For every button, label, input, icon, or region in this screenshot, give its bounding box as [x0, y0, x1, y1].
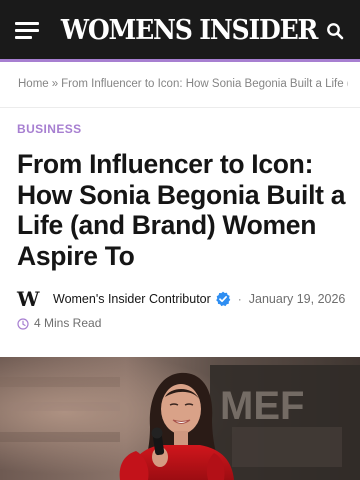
verified-badge-icon	[215, 291, 231, 307]
site-logo[interactable]: WOMENS INSIDER	[61, 14, 318, 48]
author-avatar-logo: W	[17, 287, 39, 311]
hamburger-menu-icon[interactable]	[15, 22, 39, 40]
site-header: WOMENS INSIDER	[0, 0, 360, 62]
category-link[interactable]: BUSINESS	[17, 122, 82, 136]
breadcrumb-separator: »	[51, 78, 59, 90]
breadcrumb: Home» From Influencer to Icon: How Sonia …	[18, 78, 348, 90]
search-icon[interactable]	[326, 22, 344, 40]
author-meta: W Women's Insider Contributor · January …	[17, 288, 357, 310]
breadcrumb-divider	[0, 107, 360, 108]
breadcrumb-current: From Influencer to Icon: How Sonia Begon…	[61, 78, 348, 90]
author-name-link[interactable]: Women's Insider Contributor	[53, 292, 211, 306]
read-time-text: 4 Mins Read	[34, 316, 102, 330]
background-sign-text: MEF	[220, 384, 304, 428]
read-time: 4 Mins Read	[17, 315, 101, 331]
publish-date: January 19, 2026	[248, 292, 346, 306]
article-headline: From Influencer to Icon: How Sonia Begon…	[17, 149, 346, 271]
featured-photo: MEF	[0, 357, 360, 480]
featured-photo-illustration: MEF	[0, 357, 360, 480]
date-separator: ·	[237, 292, 242, 306]
breadcrumb-home-link[interactable]: Home	[18, 78, 49, 90]
clock-icon	[17, 317, 29, 330]
